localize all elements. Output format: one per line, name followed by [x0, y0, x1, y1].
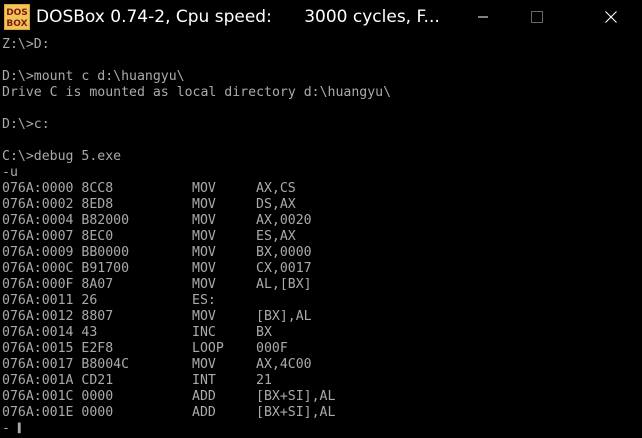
- text-cursor: ▌: [17, 424, 24, 434]
- dos-terminal[interactable]: Z:\>D: D:\>mount c d:\huangyu\ Drive C is …: [0, 37, 642, 438]
- instruction-operands: [BX],AL: [256, 309, 312, 324]
- instruction-address-bytes: 076A:0000 8CC8: [2, 181, 114, 196]
- title-bar[interactable]: DOS BOX DOSBox 0.74-2, Cpu speed: 3000 c…: [0, 0, 642, 34]
- instruction-address-bytes: 076A:001E 0000: [2, 405, 114, 420]
- app-icon-text-bottom: BOX: [6, 19, 27, 29]
- close-button[interactable]: [588, 0, 634, 34]
- instruction-address-bytes: 076A:0011 26: [2, 293, 98, 308]
- instruction-operands: [BX+SI],AL: [256, 389, 336, 404]
- instruction-address-bytes: 076A:0014 43: [2, 325, 98, 340]
- instruction-operands: AX,0020: [256, 213, 312, 228]
- instruction-mnemonic: MOV: [192, 197, 216, 212]
- terminal-line: D:\>mount c d:\huangyu\: [2, 69, 185, 84]
- instruction-mnemonic: MOV: [192, 181, 216, 196]
- instruction-mnemonic: ADD: [192, 405, 216, 420]
- instruction-mnemonic: INC: [192, 325, 216, 340]
- maximize-button[interactable]: [514, 0, 560, 34]
- instruction-address-bytes: 076A:000F 8A07: [2, 277, 114, 292]
- instruction-mnemonic: MOV: [192, 261, 216, 276]
- command-prompt[interactable]: - ▌: [2, 421, 23, 437]
- instruction-operands: 21: [256, 373, 272, 388]
- maximize-icon: [531, 11, 543, 23]
- instruction-operands: BX: [256, 325, 272, 340]
- prompt-text: -: [2, 421, 18, 436]
- instruction-operands: ES,AX: [256, 229, 296, 244]
- close-icon: [605, 11, 617, 23]
- instruction-address-bytes: 076A:0004 B82000: [2, 213, 130, 228]
- instruction-mnemonic: ADD: [192, 389, 216, 404]
- terminal-line: D:\>c:: [2, 117, 50, 132]
- terminal-line: C:\>debug 5.exe: [2, 149, 122, 164]
- instruction-operands: AL,[BX]: [256, 277, 312, 292]
- terminal-line: Drive C is mounted as local directory d:…: [2, 85, 392, 100]
- instruction-operands: AX,4C00: [256, 357, 312, 372]
- instruction-address-bytes: 076A:001A CD21: [2, 373, 114, 388]
- instruction-mnemonic: ES:: [192, 293, 216, 308]
- instruction-address-bytes: 076A:0015 E2F8: [2, 341, 114, 356]
- instruction-mnemonic: MOV: [192, 277, 216, 292]
- minimize-button[interactable]: [460, 0, 506, 34]
- instruction-address-bytes: 076A:0009 BB0000: [2, 245, 130, 260]
- instruction-operands: BX,0000: [256, 245, 312, 260]
- dosbox-app-icon[interactable]: DOS BOX: [4, 4, 30, 30]
- dosbox-window: DOS BOX DOSBox 0.74-2, Cpu speed: 3000 c…: [0, 0, 642, 438]
- instruction-address-bytes: 076A:0017 B8004C: [2, 357, 130, 372]
- instruction-mnemonic: LOOP: [192, 341, 224, 356]
- app-icon-text-top: DOS: [6, 8, 28, 18]
- instruction-operands: DS,AX: [256, 197, 296, 212]
- instruction-mnemonic: MOV: [192, 229, 216, 244]
- minimize-icon: [478, 16, 488, 18]
- window-title: DOSBox 0.74-2, Cpu speed: 3000 cycles, F…: [36, 7, 440, 27]
- instruction-address-bytes: 076A:000C B91700: [2, 261, 130, 276]
- instruction-mnemonic: MOV: [192, 213, 216, 228]
- instruction-operands: [BX+SI],AL: [256, 405, 336, 420]
- instruction-operands: AX,CS: [256, 181, 296, 196]
- instruction-mnemonic: MOV: [192, 245, 216, 260]
- instruction-mnemonic: MOV: [192, 309, 216, 324]
- instruction-mnemonic: INT: [192, 373, 216, 388]
- instruction-operands: CX,0017: [256, 261, 312, 276]
- instruction-mnemonic: MOV: [192, 357, 216, 372]
- instruction-address-bytes: 076A:0007 8EC0: [2, 229, 114, 244]
- instruction-operands: 000F: [256, 341, 288, 356]
- instruction-address-bytes: 076A:0012 8807: [2, 309, 114, 324]
- terminal-line: -u: [2, 165, 18, 180]
- instruction-address-bytes: 076A:001C 0000: [2, 389, 114, 404]
- instruction-address-bytes: 076A:0002 8ED8: [2, 197, 114, 212]
- terminal-line: Z:\>D:: [2, 37, 50, 52]
